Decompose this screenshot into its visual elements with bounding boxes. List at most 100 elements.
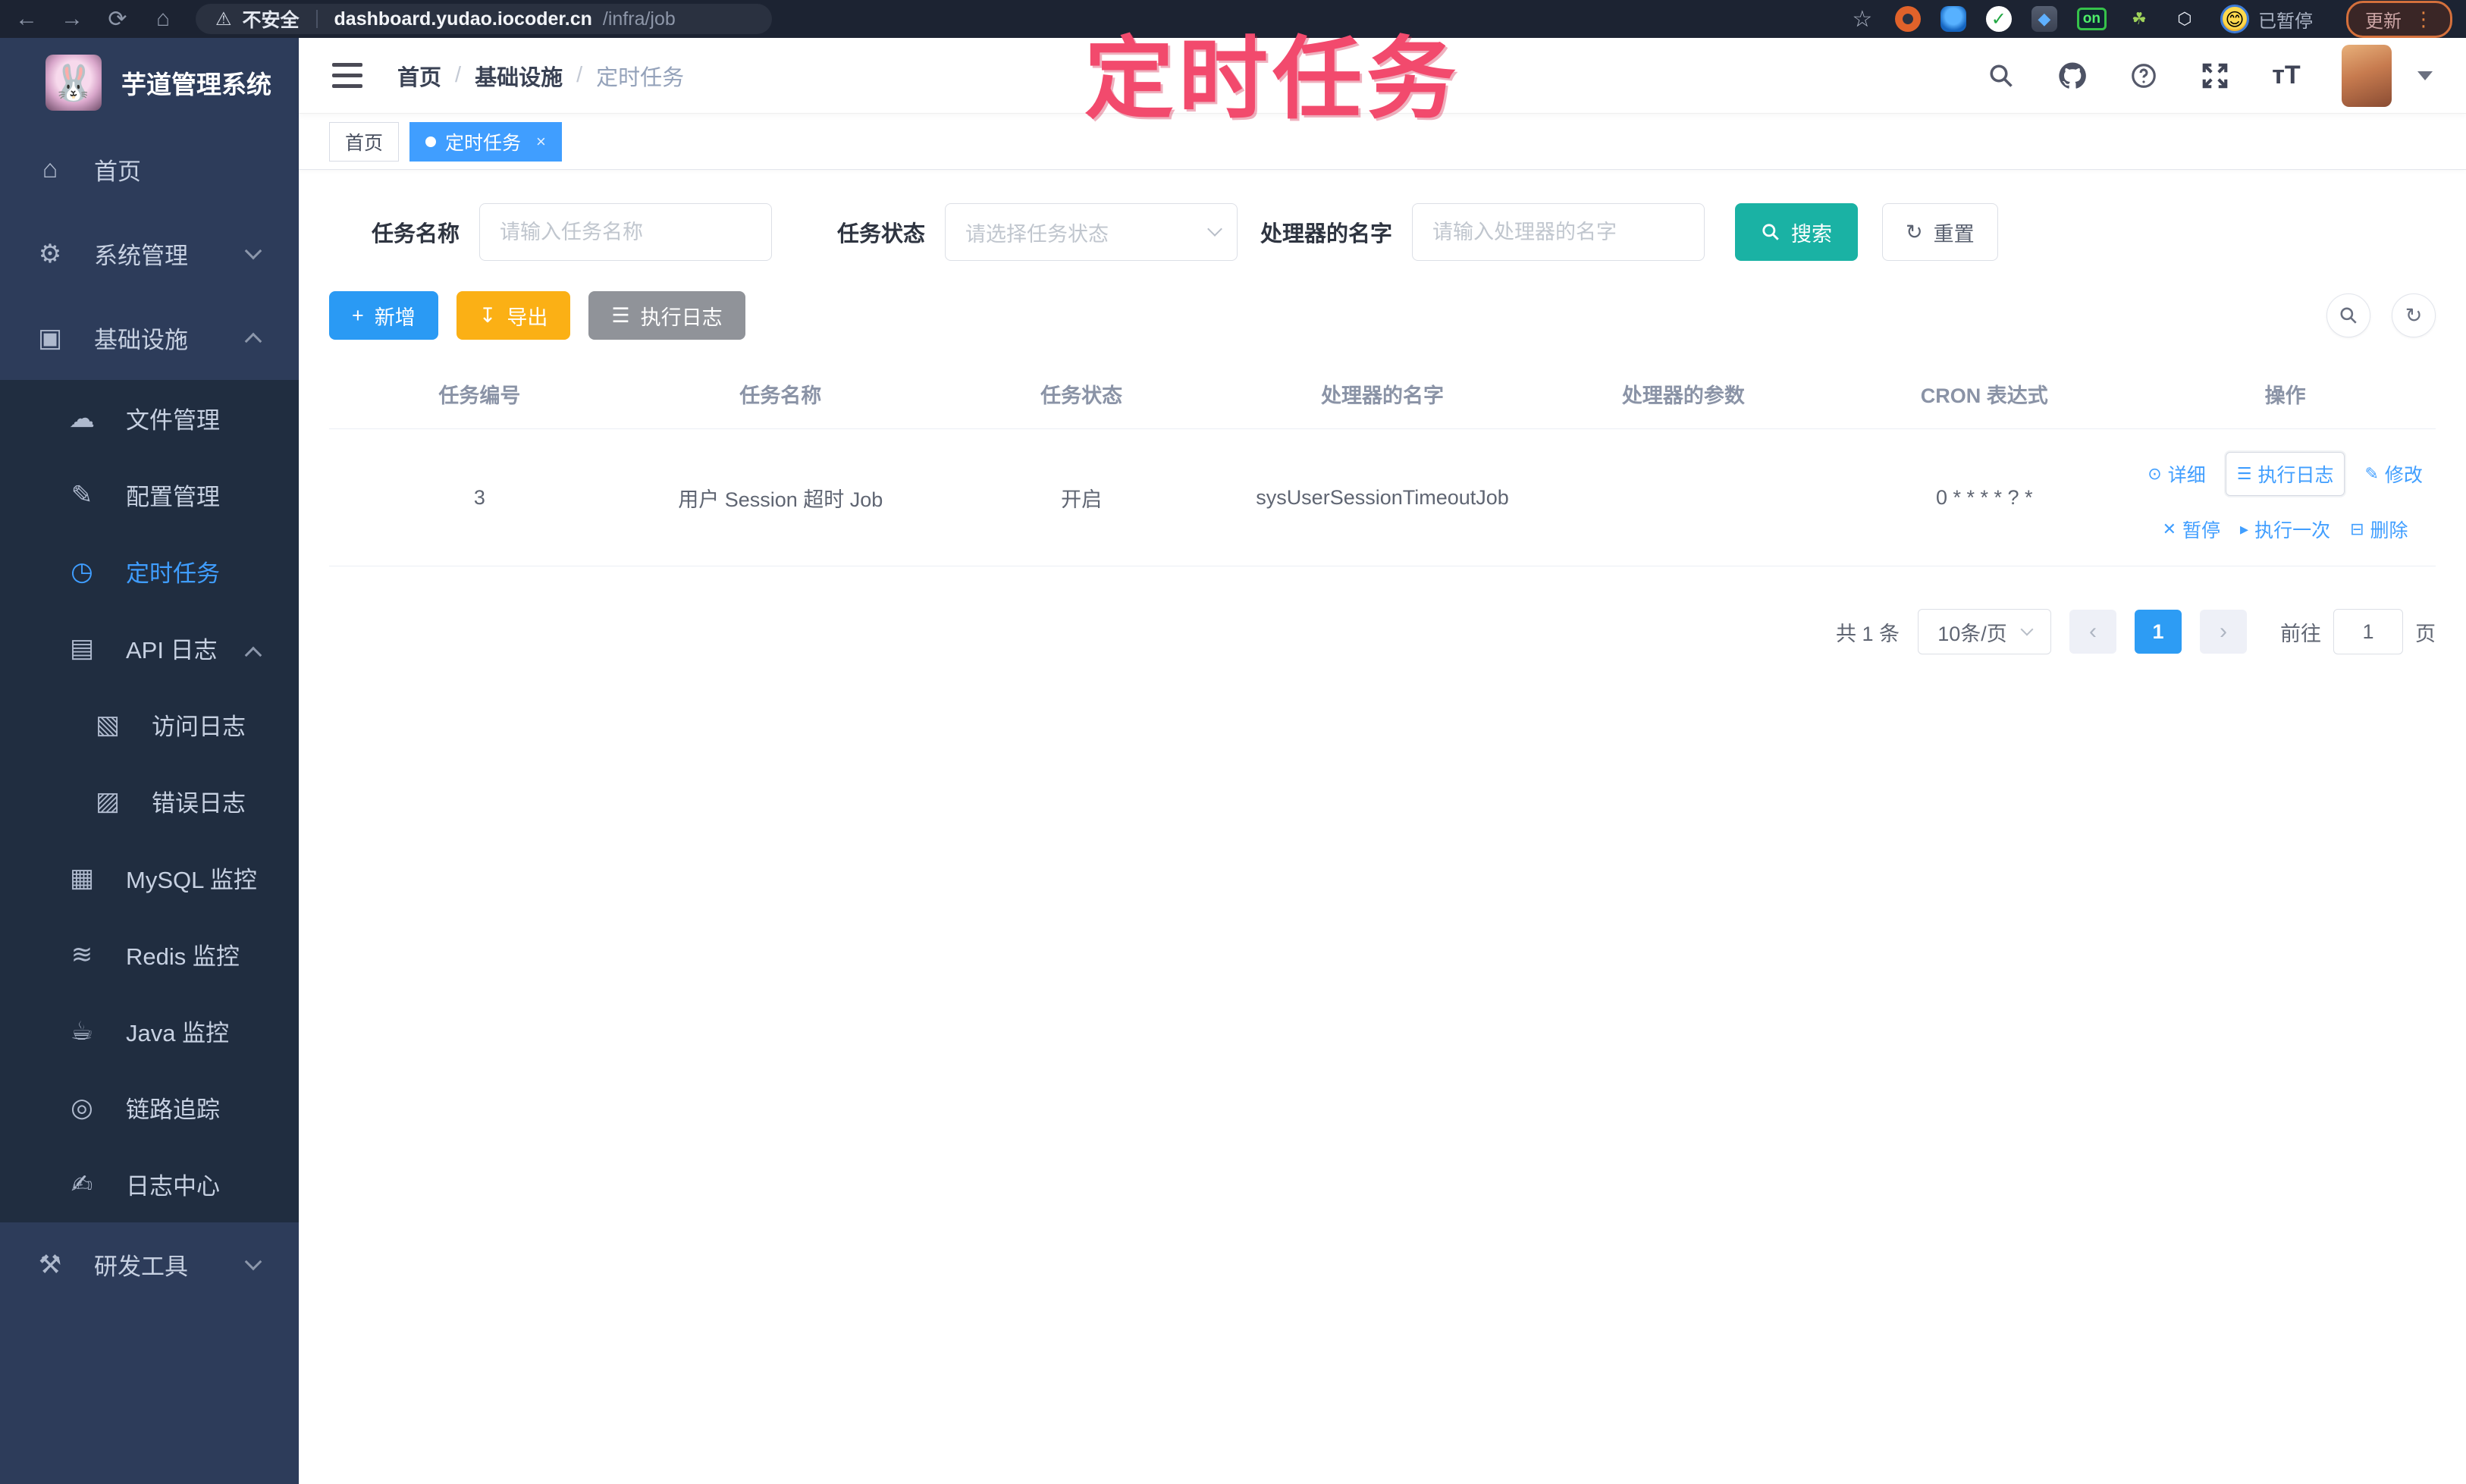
next-page-button[interactable]: › — [2200, 610, 2247, 654]
extension-grid-icon[interactable]: ◆ — [2031, 6, 2057, 32]
job-name-label: 任务名称 — [372, 222, 460, 246]
caret-down-icon[interactable] — [2417, 71, 2433, 80]
bookmark-star-icon[interactable]: ☆ — [1850, 6, 1875, 32]
address-bar[interactable]: ⚠ 不安全 dashboard.yudao.iocoder.cn /infra/… — [196, 4, 772, 34]
close-icon: ✕ — [2162, 519, 2177, 538]
sidebar-item-api-log[interactable]: ▤ API 日志 — [0, 610, 299, 686]
sidebar-item-mysql-monitor[interactable]: ▦ MySQL 监控 — [0, 839, 299, 916]
trash-icon: ⊟ — [2350, 519, 2364, 538]
sidebar-submenu-infra: ☁ 文件管理 ✎ 配置管理 ◷ 定时任务 ▤ API 日志 ▧ 访问日志 ▨ 错… — [0, 380, 299, 1222]
profile-paused-badge[interactable]: 已暂停 — [2217, 3, 2326, 35]
delete-link[interactable]: ⊟ 删除 — [2350, 516, 2408, 543]
reset-button[interactable]: ↻ 重置 — [1882, 203, 1998, 261]
github-icon[interactable] — [2057, 60, 2088, 92]
logo-image — [45, 55, 102, 111]
leaf-extension-icon[interactable]: ☘ — [2126, 6, 2152, 32]
page-size-select[interactable]: 10条/页 — [1918, 609, 2051, 654]
row-job-log-label: 执行日志 — [2257, 465, 2334, 486]
home-icon[interactable]: ⌂ — [150, 6, 176, 32]
breadcrumb-infra[interactable]: 基础设施 — [475, 60, 563, 92]
list-icon: ☰ — [611, 303, 630, 327]
fullscreen-icon[interactable] — [2199, 60, 2231, 92]
search-button[interactable]: 搜索 — [1735, 203, 1859, 261]
current-page-button[interactable]: 1 — [2135, 610, 2182, 654]
tab-close-icon[interactable]: × — [536, 132, 546, 152]
search-toggle-button[interactable] — [2326, 293, 2370, 337]
extension-blue-icon[interactable] — [1940, 6, 1966, 32]
menu-dots-icon[interactable]: ⋮ — [2414, 8, 2433, 31]
sidebar-item-home[interactable]: ⌂ 首页 — [0, 127, 299, 212]
java-monitor-icon: ☕ — [70, 1016, 94, 1046]
actions-line-1: ⊙ 详细 ☰ 执行日志 ✎ 修改 — [2148, 452, 2423, 496]
job-log-button-label: 执行日志 — [640, 306, 723, 329]
font-size-icon[interactable]: ᴛT — [2270, 60, 2302, 92]
jobs-table: 任务编号 任务名称 任务状态 处理器的名字 处理器的参数 CRON 表达式 操作… — [329, 359, 2436, 566]
col-cron: CRON 表达式 — [1920, 384, 2048, 407]
search-button-label: 搜索 — [1791, 222, 1833, 246]
job-name-input[interactable] — [479, 203, 773, 261]
sidebar-item-scheduled-jobs[interactable]: ◷ 定时任务 — [0, 533, 299, 610]
add-button-label: 新增 — [374, 306, 416, 329]
col-handler-param: 处理器的参数 — [1621, 384, 1745, 407]
url-divider — [315, 10, 318, 28]
help-icon[interactable] — [2128, 60, 2160, 92]
edit-square-icon: ✎ — [71, 480, 93, 510]
url-path: /infra/job — [602, 8, 676, 30]
detail-link[interactable]: ⊙ 详细 — [2148, 460, 2205, 488]
sidebar: 芋道管理系统 ⌂ 首页 ⚙ 系统管理 ▣ 基础设施 — [0, 38, 299, 1484]
run-once-label: 执行一次 — [2254, 520, 2331, 541]
job-log-button[interactable]: ☰ 执行日志 — [588, 291, 745, 340]
pause-label: 暂停 — [2182, 520, 2221, 541]
forward-icon[interactable]: → — [59, 6, 85, 32]
on-badge[interactable]: on — [2076, 8, 2107, 30]
pencil-icon: ✎ — [2364, 464, 2379, 483]
back-icon[interactable]: ← — [14, 6, 39, 32]
sidebar-item-system[interactable]: ⚙ 系统管理 — [0, 212, 299, 296]
extension-green-icon[interactable]: ✓ — [1985, 6, 2012, 32]
export-button[interactable]: ↧ 导出 — [456, 291, 571, 340]
breadcrumb-home[interactable]: 首页 — [397, 60, 441, 92]
sidebar-item-java-monitor[interactable]: ☕ Java 监控 — [0, 993, 299, 1069]
refresh-button[interactable]: ↻ — [2392, 293, 2436, 337]
avatar[interactable] — [2342, 44, 2392, 107]
browser-toolbar: ← → ⟳ ⌂ ⚠ 不安全 dashboard.yudao.iocoder.cn… — [0, 0, 2466, 38]
row-job-log-link[interactable]: ☰ 执行日志 — [2225, 452, 2345, 496]
run-once-link[interactable]: ▸ 执行一次 — [2240, 516, 2330, 543]
sidebar-item-file-manage[interactable]: ☁ 文件管理 — [0, 380, 299, 456]
sidebar-item-trace[interactable]: ◎ 链路追踪 — [0, 1069, 299, 1146]
url-host: dashboard.yudao.iocoder.cn — [334, 8, 592, 30]
sidebar-item-label: 首页 — [94, 158, 141, 185]
goto-page-input[interactable] — [2333, 609, 2403, 654]
sidebar-item-dev-tools[interactable]: ⚒ 研发工具 — [0, 1222, 299, 1307]
handler-name-text: sysUserSessionTimeoutJob — [1256, 485, 1509, 509]
add-button[interactable]: + 新增 — [329, 291, 438, 340]
cell-handler-name: sysUserSessionTimeoutJob — [1232, 463, 1533, 532]
table-header-row: 任务编号 任务名称 任务状态 处理器的名字 处理器的参数 CRON 表达式 操作 — [329, 359, 2436, 429]
tab-scheduled-jobs[interactable]: 定时任务 × — [409, 121, 562, 162]
reload-icon[interactable]: ⟳ — [105, 6, 130, 33]
extensions-puzzle-icon[interactable]: ⬡ — [2172, 6, 2198, 32]
list-icon: ☰ — [2236, 464, 2252, 483]
sidebar-item-infra[interactable]: ▣ 基础设施 — [0, 296, 299, 380]
job-status-select[interactable]: 请选择任务状态 — [945, 203, 1238, 261]
chevron-up-icon — [244, 332, 262, 350]
trace-eye-icon: ◎ — [71, 1093, 93, 1122]
sidebar-item-error-log[interactable]: ▨ 错误日志 — [0, 763, 299, 839]
sidebar-item-access-log[interactable]: ▧ 访问日志 — [0, 686, 299, 763]
sidebar-item-log-center[interactable]: ✍ 日志中心 — [0, 1146, 299, 1222]
sidebar-item-label: 定时任务 — [126, 560, 220, 587]
prev-page-button[interactable]: ‹ — [2069, 610, 2116, 654]
edit-link[interactable]: ✎ 修改 — [2364, 460, 2422, 488]
sidebar-item-config-manage[interactable]: ✎ 配置管理 — [0, 456, 299, 533]
pause-link[interactable]: ✕ 暂停 — [2163, 516, 2220, 543]
update-button[interactable]: 更新 ⋮ — [2346, 0, 2452, 38]
extension-orange-icon[interactable] — [1894, 6, 1921, 32]
handler-name-label: 处理器的名字 — [1260, 222, 1393, 246]
download-icon: ↧ — [478, 303, 497, 327]
handler-name-input[interactable] — [1412, 203, 1705, 261]
app-logo[interactable]: 芋道管理系统 — [0, 38, 299, 127]
sidebar-item-redis-monitor[interactable]: ≋ Redis 监控 — [0, 916, 299, 993]
tab-home[interactable]: 首页 — [329, 121, 400, 162]
search-icon[interactable] — [1985, 60, 2017, 92]
sidebar-collapse-icon[interactable] — [332, 62, 362, 89]
